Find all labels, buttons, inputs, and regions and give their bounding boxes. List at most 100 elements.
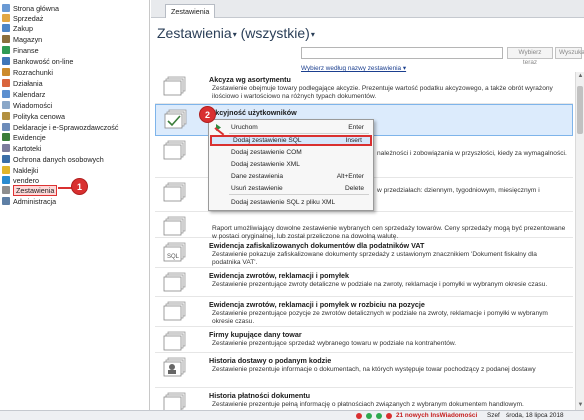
list-item[interactable]: Ewidencja zwrotów, reklamacji i pomyłek Z…	[155, 268, 573, 297]
status-dot-red-icon	[386, 413, 392, 419]
sort-selector[interactable]: Wybierz według nazwy zestawienia ▾	[301, 64, 406, 72]
list-item[interactable]: Historia płatności dokumentu Zestawienie …	[155, 388, 573, 410]
sidebar-item-deklaracje-i-e-sprawozdawczość[interactable]: Deklaracje i e-Sprawozdawczość	[2, 122, 118, 132]
sidebar-item-strona-główna[interactable]: Strona główna	[2, 3, 59, 13]
module-icon	[2, 133, 10, 141]
menu-item-label: Dodaj zestawienie SQL	[233, 137, 302, 144]
sidebar-item-kalendarz[interactable]: Kalendarz	[2, 89, 45, 99]
menu-item-dodaj-zestawienie-sql-z-pliku-xml[interactable]: Dodaj zestawienie SQL z pliku XML	[210, 197, 372, 208]
docs-icon	[163, 140, 186, 160]
menu-item-usuń-zestawienie[interactable]: Usuń zestawienie Delete	[210, 183, 372, 194]
sidebar-item-label: Kalendarz	[13, 89, 46, 99]
sidebar-item-label: Naklejki	[13, 165, 39, 175]
sidebar-item-bankowość-on-line[interactable]: Bankowość on-line	[2, 56, 73, 66]
menu-item-uruchom[interactable]: Uruchom Enter	[210, 122, 372, 133]
sidebar-item-magazyn[interactable]: Magazyn	[2, 34, 42, 44]
sidebar-item-vendero[interactable]: vendero	[2, 175, 39, 185]
docs-icon	[163, 331, 186, 351]
module-icon	[2, 144, 10, 152]
sidebar-item-finanse[interactable]: Finanse	[2, 45, 39, 55]
report-description: Zestawienie prezentujące zwroty detalicz…	[212, 281, 548, 288]
sidebar-item-ewidencje[interactable]: Ewidencje	[2, 132, 46, 142]
list-item[interactable]: Historia dostawy o podanym kodzie Zestawi…	[155, 353, 573, 388]
annotation-pointer-one	[58, 187, 72, 189]
sidebar-item-kartoteki[interactable]: Kartoteki	[2, 143, 41, 153]
sidebar-item-naklejki[interactable]: Naklejki	[2, 165, 38, 175]
menu-item-shortcut: Alt+Enter	[336, 173, 364, 180]
menu-item-label: Dane zestawienia	[231, 173, 284, 180]
status-dot-red-icon	[356, 413, 362, 419]
sidebar-item-zestawienia[interactable]: Zestawienia	[2, 184, 58, 196]
report-description: w przedziałach: dziennym, tygodniowym, m…	[377, 187, 540, 194]
menu-item-shortcut: Enter	[348, 124, 364, 131]
menu-item-dodaj-zestawienie-xml[interactable]: Dodaj zestawienie XML	[210, 159, 372, 170]
page-title-label[interactable]: Zestawienia	[157, 25, 232, 41]
filter-label[interactable]: (wszystkie)	[241, 25, 310, 41]
report-description: Zestawienie prezentuje informacje o doku…	[212, 366, 536, 373]
messages-status[interactable]: 21 nowych InsWiadomości	[396, 412, 477, 420]
sidebar-item-label: Kartoteki	[13, 143, 42, 153]
list-item[interactable]: Ewidencja zwrotów, reklamacji i pomyłek …	[155, 297, 573, 327]
sidebar-item-administracja[interactable]: Administracja	[2, 196, 56, 206]
module-icon	[2, 46, 10, 54]
chevron-down-icon[interactable]: ▾	[311, 30, 315, 39]
scroll-down-icon[interactable]: ▼	[576, 401, 584, 410]
choose-now-button[interactable]: Wybierz teraz	[507, 47, 553, 66]
sidebar-item-polityka-cenowa[interactable]: Polityka cenowa	[2, 111, 65, 121]
menu-item-label: Usuń zestawienie	[231, 185, 283, 192]
list-item[interactable]: SQL Ewidencja zafiskalizowanych dokumentó…	[155, 238, 573, 268]
scroll-thumb[interactable]	[577, 86, 583, 134]
sidebar-item-label: Działania	[13, 78, 43, 88]
docs-icon	[163, 272, 186, 292]
sidebar-item-zakup[interactable]: Zakup	[2, 23, 33, 33]
report-description: Zestawienie prezentujące pozycje ze zwro…	[212, 310, 548, 326]
list-item[interactable]: Akcyza wg asortymentu Zestawienie obejmuj…	[155, 72, 573, 104]
report-description: Zestawienie obejmuje towary podlegające …	[212, 85, 553, 101]
menu-separator	[229, 133, 369, 134]
scroll-up-icon[interactable]: ▲	[576, 72, 584, 81]
date-status: środa, 18 lipca 2018	[506, 412, 564, 419]
menu-item-dodaj-zestawienie-sql[interactable]: Dodaj zestawienie SQL Insert	[210, 135, 372, 146]
list-item[interactable]: Firmy kupujące dany towar Zestawienie pre…	[155, 327, 573, 353]
module-icon	[2, 90, 10, 98]
menu-item-dodaj-zestawienie-com[interactable]: Dodaj zestawienie COM	[210, 147, 372, 158]
module-icon	[2, 24, 10, 32]
sidebar-item-działania[interactable]: Działania	[2, 78, 43, 88]
sidebar-item-label: Polityka cenowa	[13, 111, 65, 121]
sidebar-item-rozrachunki[interactable]: Rozrachunki	[2, 67, 53, 77]
sidebar-item-wiadomości[interactable]: Wiadomości	[2, 100, 52, 110]
stacked-docs-icon	[163, 76, 186, 96]
step-one-badge: 1	[71, 178, 88, 195]
list-item[interactable]: Raport umożliwiający dowolne zestawienie…	[155, 212, 573, 240]
status-dot-green-icon	[366, 413, 372, 419]
sidebar-item-label: Strona główna	[13, 3, 59, 13]
sidebar-item-label: Finanse	[13, 45, 39, 55]
report-title: Historia dostawy o podanym kodzie	[209, 356, 332, 365]
menu-item-dane-zestawienia[interactable]: Dane zestawienia Alt+Enter	[210, 171, 372, 182]
module-icon	[2, 176, 10, 184]
tab-zestawienia[interactable]: Zestawienia	[165, 4, 216, 18]
docs-icon	[163, 216, 186, 236]
person-docs-icon	[163, 357, 186, 377]
menu-item-shortcut: Delete	[344, 185, 364, 192]
sidebar-item-sprzedaż[interactable]: Sprzedaż	[2, 13, 43, 23]
sidebar-item-label: Bankowość on-line	[13, 56, 74, 66]
search-input[interactable]	[301, 47, 503, 59]
report-title: Ewidencja zafiskalizowanych dokumentów d…	[209, 241, 425, 250]
chevron-down-icon[interactable]: ▾	[233, 30, 237, 39]
navigation-panel: Strona główna Sprzedaż Zakup Magazyn Finanse…	[0, 0, 150, 410]
vertical-scrollbar[interactable]: ▲ ▼	[575, 72, 584, 410]
step-two-badge: 2	[199, 106, 216, 123]
module-icon	[2, 4, 10, 12]
report-title: Ewidencja zwrotów, reklamacji i pomyłek	[209, 271, 349, 280]
sidebar-item-label: Administracja	[13, 196, 57, 206]
sidebar-item-label: Wiadomości	[13, 100, 53, 110]
sidebar-item-label: Sprzedaż	[13, 13, 44, 23]
module-icon	[2, 166, 10, 174]
sidebar-item-label: Magazyn	[13, 34, 43, 44]
status-bar: 21 nowych InsWiadomości Szef środa, 18 l…	[0, 410, 584, 420]
report-title: Ewidencja zwrotów, reklamacji i pomyłek …	[209, 300, 425, 309]
docs-icon	[163, 182, 186, 202]
search-button[interactable]: Wyszukaj	[555, 47, 584, 59]
sidebar-item-ochrona-danych-osobowych[interactable]: Ochrona danych osobowych	[2, 154, 104, 164]
